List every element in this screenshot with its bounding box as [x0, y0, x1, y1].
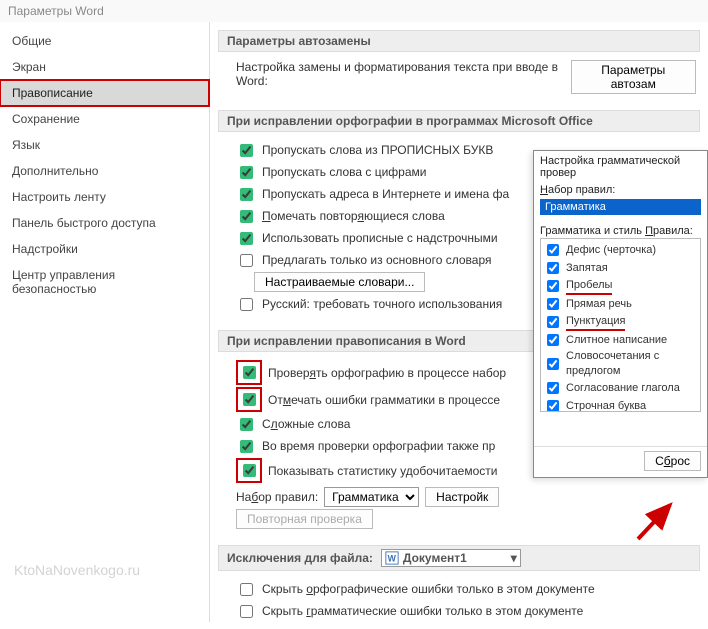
- svg-text:W: W: [388, 554, 397, 564]
- chk-hide-spelling-errors[interactable]: [240, 583, 253, 596]
- grammar-settings-button[interactable]: Настройк: [425, 487, 499, 507]
- section-autocorrect-title: Параметры автозамены: [218, 30, 700, 52]
- lbl-flag-repeated: Помечать повторяющиеся слова: [262, 209, 445, 223]
- lbl-russian-strict: Русский: требовать точного использования: [262, 297, 502, 311]
- rule-lbl-spaces: Пробелы: [566, 278, 612, 295]
- popup-reset-button[interactable]: Сброс: [644, 451, 701, 471]
- chk-russian-strict[interactable]: [240, 298, 253, 311]
- rule-lbl-hyphen: Дефис (черточка): [566, 243, 656, 258]
- sidebar-item-display[interactable]: Экран: [0, 54, 209, 80]
- sidebar: Общие Экран Правописание Сохранение Язык…: [0, 22, 210, 622]
- rule-lbl-verb: Согласование глагола: [566, 381, 680, 396]
- lbl-ignore-uppercase: Пропускать слова из ПРОПИСНЫХ БУКВ: [262, 143, 493, 157]
- popup-rules-label: Грамматика и стиль Правила:: [534, 221, 707, 238]
- sidebar-item-general[interactable]: Общие: [0, 28, 209, 54]
- rule-lbl-direct-speech: Прямая речь: [566, 297, 632, 312]
- rule-chk-direct-speech[interactable]: [547, 298, 559, 310]
- chk-grammar-with-spell[interactable]: [240, 440, 253, 453]
- sidebar-item-proofing[interactable]: Правописание: [0, 80, 209, 106]
- rule-chk-hyphen[interactable]: [547, 244, 559, 256]
- autocorrect-desc: Настройка замены и форматирования текста…: [236, 60, 565, 88]
- chk-mark-grammar[interactable]: [243, 393, 256, 406]
- popup-rules-list: Дефис (черточка) Запятая Пробелы Прямая …: [540, 238, 701, 412]
- rule-lbl-solid: Слитное написание: [566, 333, 667, 348]
- lbl-mark-grammar: Отмечать ошибки грамматики в процессе: [268, 393, 500, 407]
- section-exceptions-title: Исключения для файла: W Документ1 ▾: [218, 545, 700, 571]
- rule-chk-comma[interactable]: [547, 262, 559, 274]
- chk-readability-stats[interactable]: [243, 464, 256, 477]
- section-msoffice-title: При исправлении орфографии в программах …: [218, 110, 700, 132]
- sidebar-item-ribbon[interactable]: Настроить ленту: [0, 184, 209, 210]
- ruleset-select[interactable]: Грамматика: [324, 487, 419, 507]
- lbl-main-dict-only: Предлагать только из основного словаря: [262, 253, 491, 267]
- lbl-check-spelling: Проверять орфографию в процессе набор: [268, 366, 506, 380]
- sidebar-item-language[interactable]: Язык: [0, 132, 209, 158]
- lbl-readability-stats: Показывать статистику удобочитаемости: [268, 464, 497, 478]
- rule-chk-verb[interactable]: [547, 382, 559, 394]
- lbl-ignore-digits: Пропускать слова с цифрами: [262, 165, 426, 179]
- chk-uppercase-accented[interactable]: [240, 232, 253, 245]
- lbl-hide-grammar-errors: Скрыть грамматические ошибки только в эт…: [262, 604, 583, 618]
- word-doc-icon: W: [385, 551, 399, 565]
- custom-dictionaries-button[interactable]: Настраиваемые словари...: [254, 272, 425, 292]
- chk-compound-words[interactable]: [240, 418, 253, 431]
- sidebar-item-save[interactable]: Сохранение: [0, 106, 209, 132]
- rule-lbl-preposition: Словосочетания с предлогом: [566, 349, 698, 379]
- rule-lbl-lowercase: Строчная буква: [566, 399, 646, 413]
- chk-ignore-urls[interactable]: [240, 188, 253, 201]
- autocorrect-options-button[interactable]: Параметры автозам: [571, 60, 696, 94]
- rule-lbl-comma: Запятая: [566, 261, 608, 276]
- rule-lbl-punctuation: Пунктуация: [566, 314, 625, 331]
- rule-chk-lowercase[interactable]: [547, 400, 559, 412]
- lbl-ignore-urls: Пропускать адреса в Интернете и имена фа: [262, 187, 509, 201]
- grammar-settings-dialog: Настройка грамматической провер Набор пр…: [533, 150, 708, 478]
- sidebar-item-quick-access[interactable]: Панель быстрого доступа: [0, 210, 209, 236]
- sidebar-item-trust-center[interactable]: Центр управления безопасностью: [0, 262, 209, 302]
- rule-chk-solid[interactable]: [547, 334, 559, 346]
- chk-ignore-digits[interactable]: [240, 166, 253, 179]
- lbl-uppercase-accented: Использовать прописные с надстрочными: [262, 231, 498, 245]
- popup-title: Настройка грамматической провер: [534, 151, 707, 180]
- sidebar-item-advanced[interactable]: Дополнительно: [0, 158, 209, 184]
- chk-hide-grammar-errors[interactable]: [240, 605, 253, 618]
- ruleset-label: Набор правил:: [236, 490, 318, 504]
- popup-ruleset-label: Набор правил:: [534, 180, 707, 197]
- lbl-grammar-with-spell: Во время проверки орфографии также пр: [262, 439, 495, 453]
- exceptions-file-select[interactable]: W Документ1 ▾: [381, 549, 521, 567]
- chk-ignore-uppercase[interactable]: [240, 144, 253, 157]
- sidebar-item-addins[interactable]: Надстройки: [0, 236, 209, 262]
- recheck-button[interactable]: Повторная проверка: [236, 509, 373, 529]
- rule-chk-preposition[interactable]: [547, 358, 559, 370]
- lbl-hide-spelling-errors: Скрыть орфографические ошибки только в э…: [262, 582, 595, 596]
- rule-chk-punctuation[interactable]: [547, 316, 559, 328]
- popup-ruleset-select[interactable]: Грамматика: [540, 199, 701, 215]
- lbl-compound-words: Сложные слова: [262, 417, 350, 431]
- rule-chk-spaces[interactable]: [547, 280, 559, 292]
- window-title: Параметры Word: [0, 0, 708, 22]
- chk-main-dict-only[interactable]: [240, 254, 253, 267]
- chk-flag-repeated[interactable]: [240, 210, 253, 223]
- chevron-down-icon: ▾: [511, 551, 517, 565]
- chk-check-spelling[interactable]: [243, 366, 256, 379]
- exceptions-filename: Документ1: [403, 551, 467, 565]
